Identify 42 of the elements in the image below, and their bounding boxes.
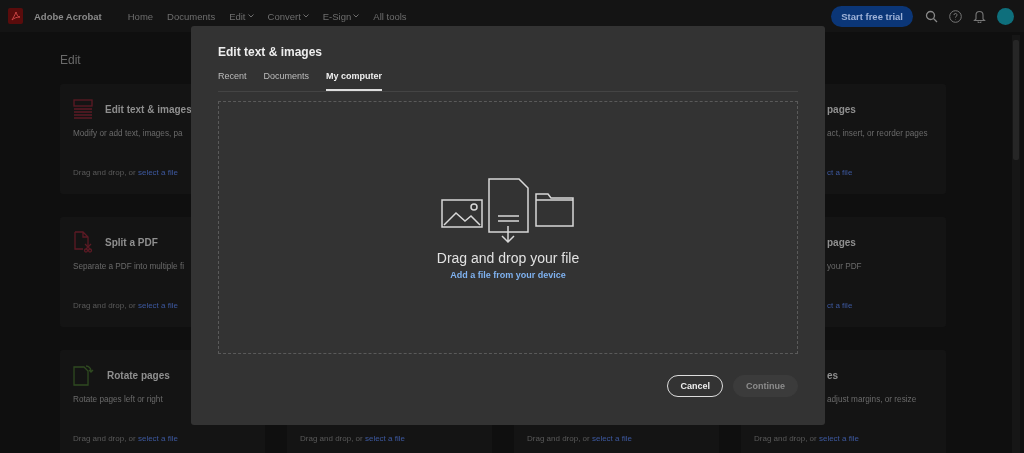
split-file-icon: [73, 231, 93, 253]
nav-link[interactable]: Edit: [229, 10, 254, 22]
tab[interactable]: My computer: [326, 71, 383, 91]
nav-link[interactable]: All tools: [373, 10, 407, 22]
avatar[interactable]: [997, 7, 1014, 25]
nav-link[interactable]: E-Sign: [322, 10, 360, 22]
card-description: your PDF: [827, 262, 862, 271]
card-title: Rotate pages: [107, 369, 170, 381]
app-name: Adobe Acrobat: [34, 10, 102, 22]
card-description: Separate a PDF into multiple fi: [73, 262, 185, 271]
select-file-link[interactable]: ct a file: [827, 168, 853, 177]
card-description: act, insert, or reorder pages: [827, 129, 928, 138]
nav-link[interactable]: Documents: [167, 10, 216, 22]
rotate-file-icon: [73, 364, 95, 386]
start-trial-button[interactable]: Start free trial: [831, 5, 913, 27]
tab[interactable]: Recent: [218, 71, 247, 91]
select-file-link[interactable]: select a file: [364, 434, 405, 443]
acrobat-logo-icon: [8, 8, 23, 24]
card-title: es: [827, 369, 839, 381]
search-icon[interactable]: [925, 9, 938, 23]
card-title: Edit text & images: [105, 103, 192, 115]
nav-link[interactable]: Home: [127, 10, 154, 22]
card-title: pages: [827, 236, 856, 248]
select-file-link[interactable]: ct a file: [827, 301, 853, 310]
select-file-link[interactable]: select a file: [137, 434, 178, 443]
select-file-link[interactable]: select a file: [591, 434, 632, 443]
add-file-link[interactable]: Add a file from your device: [450, 270, 566, 280]
dialog-title: Edit text & images: [218, 45, 324, 59]
drop-instruction: Drag and drop your file: [436, 250, 580, 266]
card-description: adjust margins, or resize: [827, 395, 917, 404]
help-icon[interactable]: [949, 9, 962, 23]
card-description: Rotate pages left or right: [73, 395, 163, 404]
select-file-link[interactable]: select a file: [137, 301, 178, 310]
nav-link[interactable]: Convert: [267, 10, 309, 22]
edit-icon: [73, 99, 93, 119]
tab[interactable]: Documents: [263, 71, 310, 91]
select-file-link[interactable]: select a file: [137, 168, 178, 177]
card-title: Split a PDF: [105, 236, 158, 248]
card-title: pages: [827, 103, 856, 115]
card-description: Modify or add text, images, pa: [73, 129, 183, 138]
bell-icon[interactable]: [973, 9, 986, 23]
select-file-link[interactable]: select a file: [818, 434, 859, 443]
